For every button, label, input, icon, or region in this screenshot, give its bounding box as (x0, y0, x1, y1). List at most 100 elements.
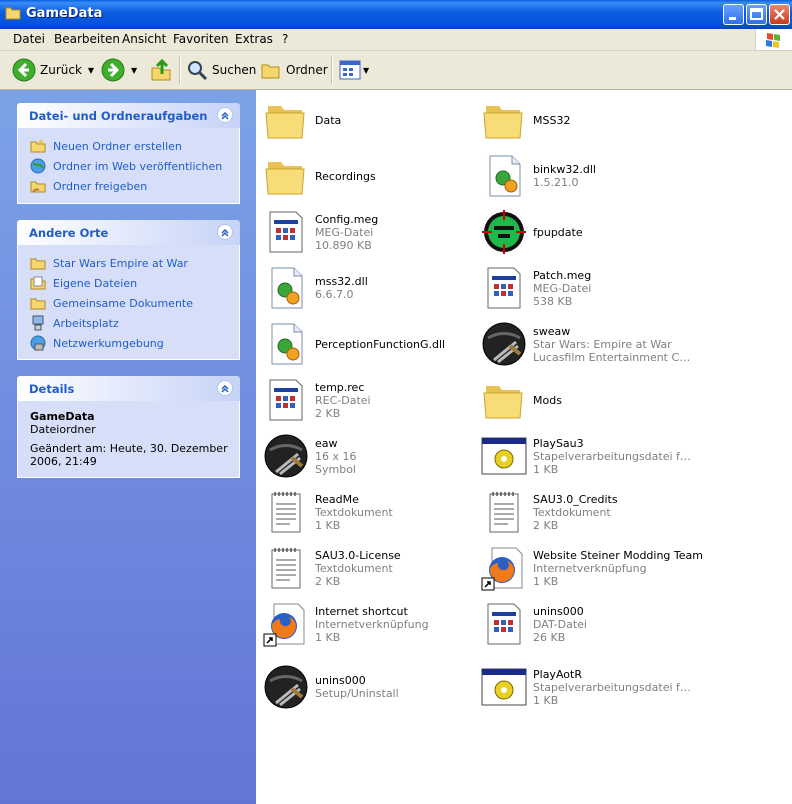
task-label: Neuen Ordner erstellen (53, 139, 182, 153)
details-header[interactable]: Details (17, 376, 240, 401)
collapse-icon[interactable] (217, 107, 233, 123)
file-name: PlaySau3 (533, 437, 584, 450)
file-type: Setup/Uninstall (315, 687, 399, 700)
place-label: Arbeitsplatz (53, 316, 119, 330)
task-publish-web[interactable]: Ordner im Web veröffentlichen (30, 156, 239, 176)
search-button[interactable]: Suchen (186, 57, 256, 83)
file-size: 2 KB (315, 575, 341, 588)
file-item[interactable]: Config.meg MEG-Datei 10.890 KB (258, 206, 470, 258)
file-item[interactable]: Mods (476, 374, 688, 426)
menu-bearbeiten[interactable]: Bearbeiten (54, 32, 120, 46)
window-title: GameData (26, 6, 103, 21)
file-item[interactable]: Data (258, 94, 470, 146)
toolbar-separator (179, 57, 181, 84)
file-text: SAU3.0-License Textdokument 2 KB (315, 549, 475, 588)
file-item[interactable]: Patch.meg MEG-Datei 538 KB (476, 262, 688, 314)
file-name: Recordings (315, 170, 376, 183)
chevron-down-icon[interactable]: ▼ (88, 66, 94, 75)
views-button[interactable]: ▼ (339, 57, 369, 83)
file-item[interactable]: temp.rec REC-Datei 2 KB (258, 374, 470, 426)
file-item[interactable]: fpupdate (476, 206, 688, 258)
document-file-icon (262, 376, 310, 424)
file-type: Stapelverarbeitungsdatei für ... (533, 681, 693, 694)
back-label: Zurück (40, 63, 82, 77)
title-bar[interactable]: GameData (0, 0, 792, 29)
file-name: unins000 (315, 674, 366, 687)
document-file-icon (262, 208, 310, 256)
file-size: 1 KB (315, 519, 341, 532)
file-item[interactable]: PerceptionFunctionG.dll (258, 318, 470, 370)
file-item[interactable]: SAU3.0_Credits Textdokument 2 KB (476, 486, 688, 538)
task-share-folder[interactable]: Ordner freigeben (30, 176, 239, 196)
file-text: Data (315, 114, 475, 127)
file-text: ReadMe Textdokument 1 KB (315, 493, 475, 532)
other-places-header[interactable]: Andere Orte (17, 220, 240, 245)
batch-file-icon (480, 663, 528, 711)
file-type: MEG-Datei (315, 226, 374, 239)
file-item[interactable]: unins000 Setup/Uninstall (258, 661, 470, 713)
menu-extras[interactable]: Extras (235, 32, 273, 46)
menu-ansicht[interactable]: Ansicht (122, 32, 166, 46)
file-text: sweaw Star Wars: Empire at War Lucasfilm E… (533, 325, 693, 364)
menu-datei[interactable]: Datei (13, 32, 45, 46)
file-text: Internet shortcut Internetverknüpfung 1 KB (315, 605, 475, 644)
forward-button[interactable]: ▼ (101, 57, 137, 83)
file-tasks-title: Datei- und Ordneraufgaben (29, 109, 208, 123)
file-item[interactable]: Website Steiner Modding Team Internetverk… (476, 542, 703, 594)
file-type: Internetverknüpfung (315, 618, 429, 631)
up-folder-button[interactable] (150, 57, 172, 83)
back-button[interactable]: Zurück ▼ (12, 57, 94, 83)
collapse-icon[interactable] (217, 224, 233, 240)
maximize-button[interactable] (746, 4, 767, 25)
document-file-icon (480, 600, 528, 648)
menu-favoriten[interactable]: Favoriten (173, 32, 229, 46)
tie-fighter-icon (262, 663, 310, 711)
collapse-icon[interactable] (217, 380, 233, 396)
file-name: sweaw (533, 325, 571, 338)
close-button[interactable] (769, 4, 790, 25)
file-name: Patch.meg (533, 269, 592, 282)
file-size: 26 KB (533, 631, 566, 644)
place-label: Eigene Dateien (53, 276, 138, 290)
file-type: DAT-Datei (533, 618, 587, 631)
fpupdate-icon (480, 208, 528, 256)
file-item[interactable]: Recordings (258, 150, 470, 202)
file-item[interactable]: unins000 DAT-Datei 26 KB (476, 598, 688, 650)
place-network[interactable]: Netzwerkumgebung (30, 333, 239, 353)
details-body: GameData Dateiordner Geändert am: Heute,… (17, 401, 240, 478)
folder-icon (5, 6, 21, 20)
file-item[interactable]: MSS32 (476, 94, 688, 146)
file-item[interactable]: sweaw Star Wars: Empire at War Lucasfilm E… (476, 318, 693, 370)
file-item[interactable]: Internet shortcut Internetverknüpfung 1 KB (258, 598, 470, 650)
task-new-folder[interactable]: Neuen Ordner erstellen (30, 136, 239, 156)
file-name: Website Steiner Modding Team (533, 549, 703, 562)
place-shared-documents[interactable]: Gemeinsame Dokumente (30, 293, 239, 313)
chevron-down-icon[interactable]: ▼ (131, 66, 137, 75)
file-text: MSS32 (533, 114, 693, 127)
file-item[interactable]: PlayAotR Stapelverarbeitungsdatei für ...… (476, 661, 693, 713)
minimize-button[interactable] (723, 4, 744, 25)
text-file-icon (262, 488, 310, 536)
place-my-documents[interactable]: Eigene Dateien (30, 273, 239, 293)
place-star-wars[interactable]: Star Wars Empire at War (30, 253, 239, 273)
file-text: eaw 16 x 16 Symbol (315, 437, 475, 476)
file-item[interactable]: SAU3.0-License Textdokument 2 KB (258, 542, 470, 594)
chevron-down-icon[interactable]: ▼ (363, 66, 369, 75)
file-name: unins000 (533, 605, 584, 618)
details-type: Dateiordner (30, 423, 96, 436)
file-tasks-header[interactable]: Datei- und Ordneraufgaben (17, 103, 240, 128)
file-item[interactable]: binkw32.dll 1.5.21.0 (476, 150, 688, 202)
batch-file-icon (480, 432, 528, 480)
folder-icon (262, 152, 310, 200)
place-my-computer[interactable]: Arbeitsplatz (30, 313, 239, 333)
task-label: Ordner freigeben (53, 179, 148, 193)
file-item[interactable]: PlaySau3 Stapelverarbeitungsdatei für ...… (476, 430, 693, 482)
file-item[interactable]: mss32.dll 6.6.7.0 (258, 262, 470, 314)
file-type: Textdokument (533, 506, 611, 519)
menu-help[interactable]: ? (282, 32, 288, 46)
folders-button[interactable]: Ordner (260, 57, 328, 83)
other-places-panel: Andere Orte Star Wars Empire at War Eige… (17, 220, 240, 360)
file-item[interactable]: ReadMe Textdokument 1 KB (258, 486, 470, 538)
file-text: Website Steiner Modding Team Internetverk… (533, 549, 703, 588)
file-item[interactable]: eaw 16 x 16 Symbol (258, 430, 470, 482)
